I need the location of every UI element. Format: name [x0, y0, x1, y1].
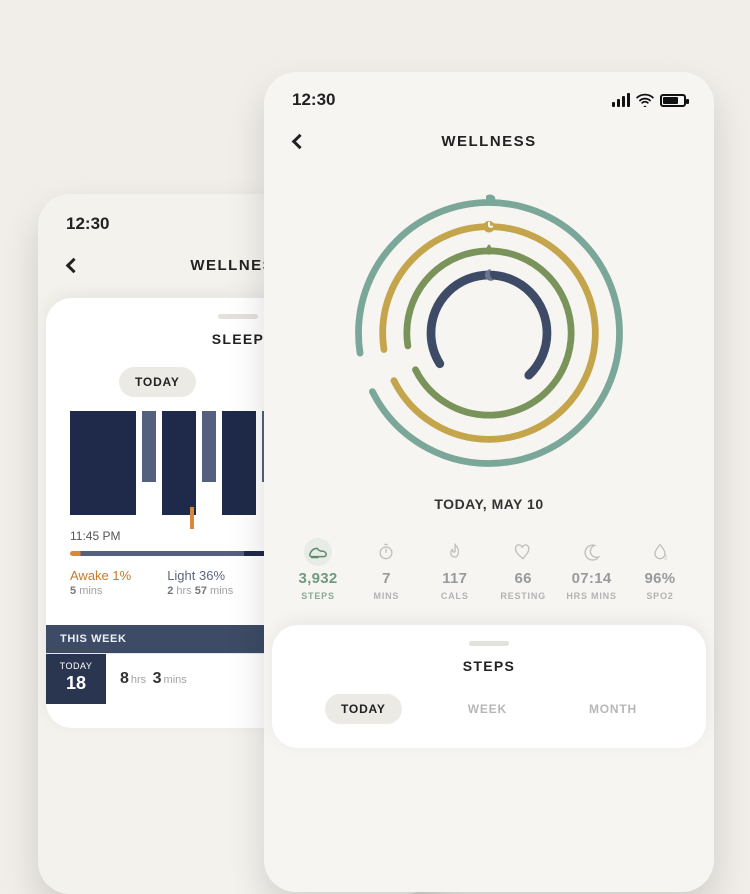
status-time: 12:30 [66, 214, 109, 234]
droplet-icon: 2 [646, 538, 674, 566]
steps-card: STEPS TODAY WEEK MONTH [272, 625, 706, 748]
legend-awake-sub: 5 mins [70, 585, 131, 597]
svg-text:2: 2 [664, 556, 667, 562]
card-title: STEPS [272, 658, 706, 674]
shoe-icon [304, 538, 332, 566]
cell-signal-icon [612, 93, 630, 107]
wifi-icon [636, 93, 654, 107]
stat-cals[interactable]: 117 CALS [423, 538, 487, 601]
today-cell: TODAY 18 [46, 654, 106, 704]
phone-screen-wellness: 12:30 WELLNESS [264, 72, 714, 892]
heart-icon [509, 538, 537, 566]
stopwatch-icon [372, 538, 400, 566]
tab-month[interactable]: MONTH [573, 694, 653, 724]
battery-icon [660, 94, 686, 107]
status-icons [612, 93, 686, 107]
moon-icon [578, 538, 606, 566]
header: WELLNESS [264, 116, 714, 166]
date-label: TODAY, MAY 10 [264, 496, 714, 512]
legend-awake: Awake 1% [70, 568, 131, 583]
chart-start-time: 11:45 PM [70, 529, 120, 543]
status-time: 12:30 [292, 90, 335, 110]
legend-light: Light 36% [167, 568, 233, 583]
tab-week[interactable]: WEEK [452, 694, 523, 724]
flame-icon [441, 538, 469, 566]
stat-mins[interactable]: 7 MINS [354, 538, 418, 601]
stat-sleep[interactable]: 07:14 HRS MINS [560, 538, 624, 601]
tab-today[interactable]: TODAY [325, 694, 402, 724]
stat-resting[interactable]: 66 RESTING [491, 538, 555, 601]
chevron-left-icon [65, 257, 81, 273]
header-title: WELLNESS [441, 133, 536, 150]
activity-rings [264, 166, 714, 478]
stat-steps[interactable]: 3,932 STEPS [286, 538, 350, 601]
back-button[interactable] [286, 128, 312, 154]
drag-handle[interactable] [469, 641, 509, 646]
legend-light-sub: 2 hrs 57 mins [167, 585, 233, 597]
today-total: 8hrs 3mins [120, 670, 189, 688]
stat-spo2[interactable]: 2 96% SPO2 [628, 538, 692, 601]
wake-marker-icon [190, 507, 194, 529]
chevron-left-icon [291, 133, 307, 149]
stat-row: 3,932 STEPS 7 MINS 117 CALS 66 RESTING [264, 512, 714, 611]
back-button[interactable] [60, 252, 86, 278]
tabs: TODAY WEEK MONTH [272, 674, 706, 724]
drag-handle[interactable] [218, 314, 258, 319]
status-bar: 12:30 [264, 72, 714, 116]
tab-today[interactable]: TODAY [119, 367, 196, 397]
